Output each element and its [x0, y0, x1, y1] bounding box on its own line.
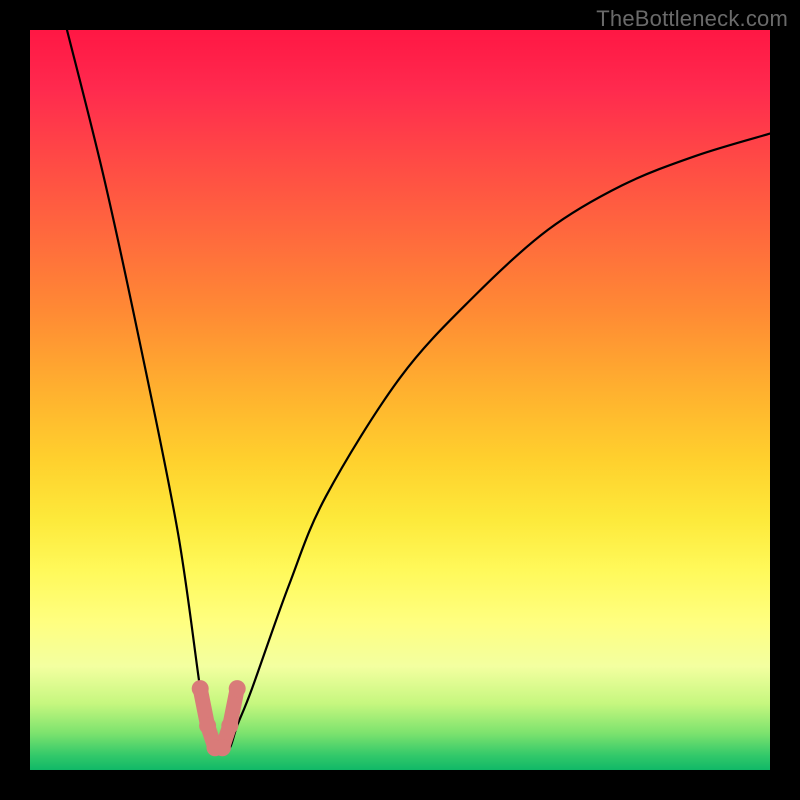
watermark-label: TheBottleneck.com: [596, 6, 788, 32]
plot-area: [30, 30, 770, 770]
chart-frame: TheBottleneck.com: [0, 0, 800, 800]
curve-layer: [30, 30, 770, 770]
valley-dot: [229, 680, 246, 697]
valley-dot: [199, 717, 216, 734]
bottleneck-curve: [67, 30, 770, 749]
valley-dot: [221, 717, 238, 734]
valley-dot: [214, 739, 231, 756]
valley-dot: [192, 680, 209, 697]
